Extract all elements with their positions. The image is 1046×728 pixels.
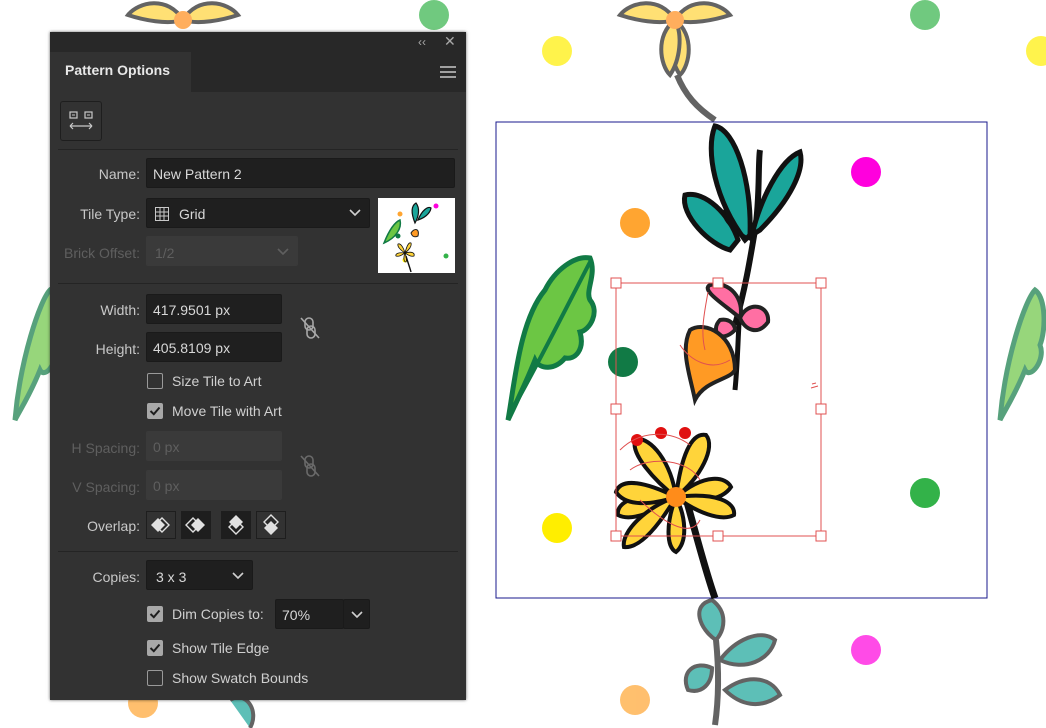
overlap-left-icon xyxy=(151,517,170,533)
tile-type-dropdown[interactable]: Grid xyxy=(146,198,370,228)
copies-value: 3 x 3 xyxy=(156,569,187,585)
overlap-left-in-front-button[interactable] xyxy=(146,511,176,539)
width-label: Width: xyxy=(100,302,140,318)
overlap-right-icon xyxy=(185,517,205,533)
name-field[interactable]: New Pattern 2 xyxy=(146,158,455,188)
dim-copies-field[interactable]: 70% xyxy=(275,599,344,629)
checkmark-icon xyxy=(149,643,161,653)
h-spacing-field: 0 px xyxy=(146,431,282,461)
close-icon[interactable]: ✕ xyxy=(444,33,456,49)
width-field[interactable]: 417.9501 px xyxy=(146,294,282,324)
chevron-down-icon xyxy=(232,572,244,580)
height-field[interactable]: 405.8109 px xyxy=(146,332,282,362)
overlap-right-in-front-button[interactable] xyxy=(181,511,211,539)
pattern-tile-tool-button[interactable] xyxy=(60,101,102,141)
double-chevron-left-icon[interactable]: ‹‹ xyxy=(418,34,426,50)
h-spacing-label: H Spacing: xyxy=(71,440,140,456)
divider xyxy=(58,283,458,284)
tile-artwork[interactable] xyxy=(505,123,940,600)
panel-title-bar[interactable]: ‹‹ ✕ xyxy=(50,32,466,52)
overlap-top-icon xyxy=(228,515,244,535)
unlink-spacing-icon xyxy=(300,455,320,477)
brick-offset-dropdown: 1/2 xyxy=(146,236,298,266)
chevron-down-icon xyxy=(351,611,363,619)
dim-copies-label: Dim Copies to: xyxy=(172,606,264,622)
v-spacing-field: 0 px xyxy=(146,470,282,500)
v-spacing-label: V Spacing: xyxy=(72,479,140,495)
show-swatch-bounds-label: Show Swatch Bounds xyxy=(172,670,309,686)
pattern-tile-tool-icon xyxy=(69,111,93,130)
height-label: Height: xyxy=(95,341,140,357)
overlap-bottom-in-front-button[interactable] xyxy=(256,511,286,539)
dim-copies-dropdown-button[interactable] xyxy=(343,599,370,629)
divider xyxy=(58,149,458,150)
checkmark-icon xyxy=(149,609,161,619)
show-swatch-bounds-checkbox[interactable] xyxy=(147,670,163,686)
tile-type-value: Grid xyxy=(179,206,206,222)
divider xyxy=(58,551,458,552)
checkmark-icon xyxy=(149,406,161,416)
overlap-top-in-front-button[interactable] xyxy=(221,511,251,539)
grid-icon xyxy=(155,207,169,221)
show-tile-edge-checkbox[interactable] xyxy=(147,640,163,656)
overlap-bottom-icon xyxy=(263,514,279,535)
panel-tab-row: Pattern Options xyxy=(50,52,466,92)
brick-offset-value: 1/2 xyxy=(155,245,175,261)
pattern-options-panel: ‹‹ ✕ Pattern Options Name: New Pattern 2… xyxy=(50,32,466,700)
chevron-down-icon xyxy=(349,209,361,217)
size-tile-to-art-label: Size Tile to Art xyxy=(172,373,262,389)
copies-dropdown[interactable]: 3 x 3 xyxy=(146,560,253,590)
tile-type-label: Tile Type: xyxy=(80,206,140,222)
copies-label: Copies: xyxy=(92,569,140,585)
unlink-proportions-icon[interactable] xyxy=(298,315,322,341)
pattern-swatch-thumbnail xyxy=(378,198,455,273)
move-tile-with-art-checkbox[interactable] xyxy=(147,403,163,419)
chevron-down-icon xyxy=(277,248,289,256)
show-tile-edge-label: Show Tile Edge xyxy=(172,640,270,656)
overlap-label: Overlap: xyxy=(87,518,140,534)
move-tile-with-art-label: Move Tile with Art xyxy=(172,403,282,419)
size-tile-to-art-checkbox[interactable] xyxy=(147,373,163,389)
hamburger-menu-icon[interactable] xyxy=(440,66,456,81)
name-label: Name: xyxy=(98,166,140,182)
brick-offset-label: Brick Offset: xyxy=(64,245,140,261)
tab-pattern-options[interactable]: Pattern Options xyxy=(50,52,191,92)
panel-title: Pattern Options xyxy=(65,62,171,78)
dim-copies-checkbox[interactable] xyxy=(147,606,163,622)
